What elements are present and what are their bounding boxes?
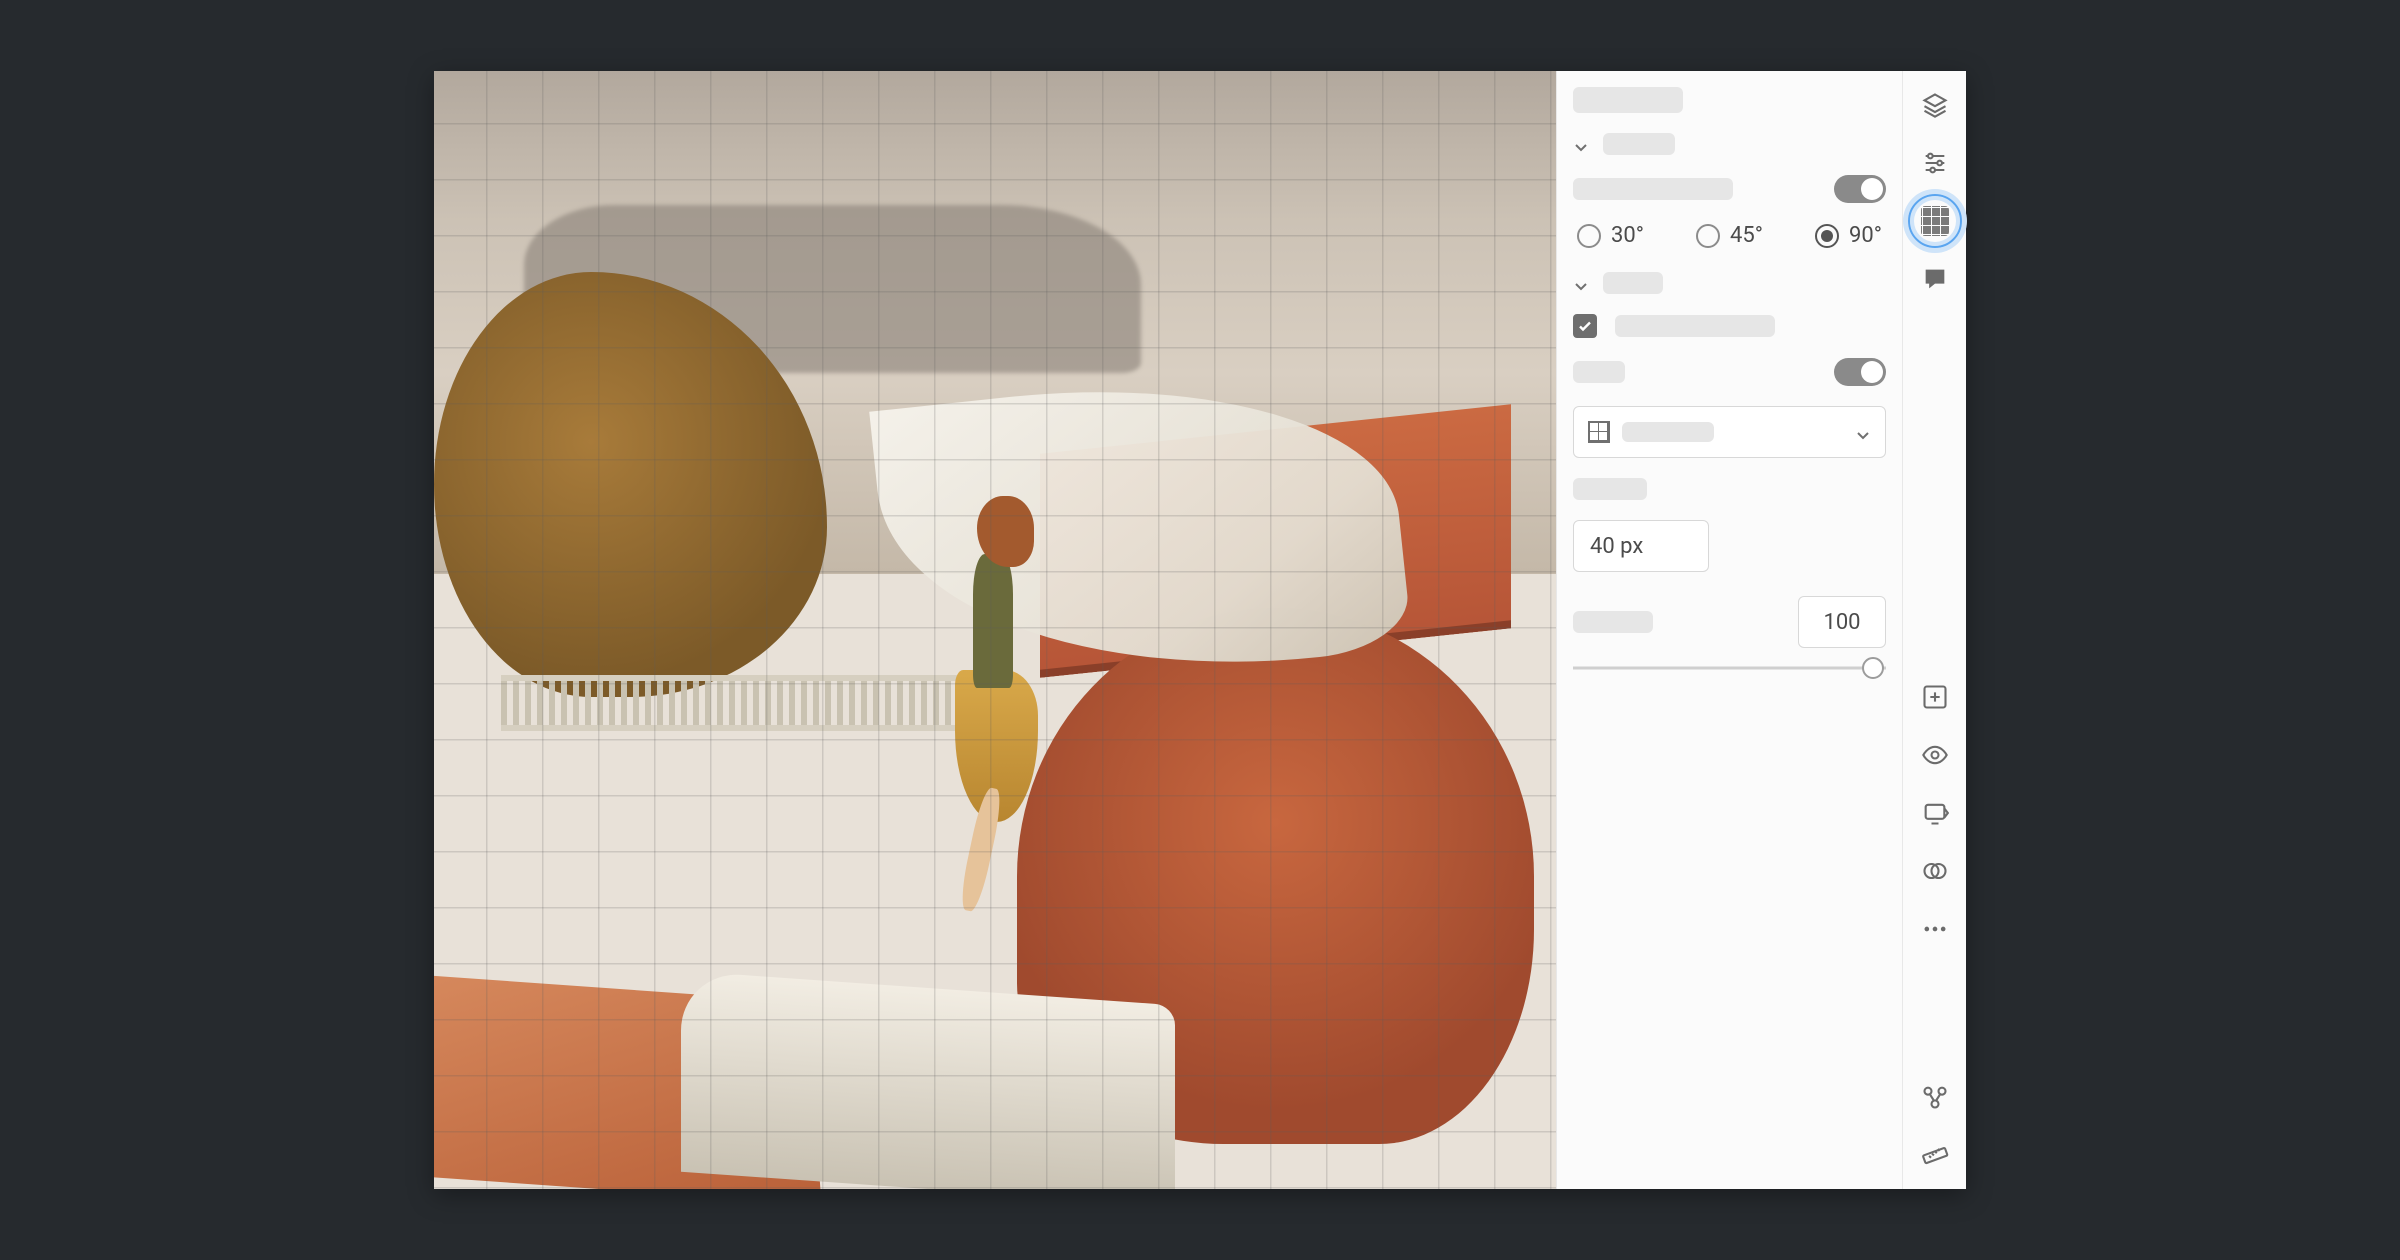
- nodes-icon[interactable]: [1921, 1083, 1949, 1111]
- slider-knob[interactable]: [1862, 657, 1884, 679]
- grid-tool-icon[interactable]: [1921, 207, 1949, 235]
- angle-label-30: 30°: [1611, 223, 1644, 248]
- angle-radio-90[interactable]: 90°: [1815, 223, 1882, 248]
- venn-icon[interactable]: [1921, 857, 1949, 885]
- angle-radio-group: 30° 45° 90°: [1573, 223, 1886, 248]
- chevron-down-icon: [1855, 424, 1871, 440]
- canvas-area[interactable]: [434, 71, 1556, 1189]
- panel-title: [1573, 87, 1683, 113]
- opacity-slider[interactable]: [1573, 656, 1886, 680]
- toggle-label-2: [1573, 361, 1625, 383]
- eye-icon[interactable]: [1921, 741, 1949, 769]
- add-icon[interactable]: [1921, 683, 1949, 711]
- chevron-down-icon: [1573, 136, 1589, 152]
- toggle-label-1: [1573, 178, 1733, 200]
- grid-toggle[interactable]: [1834, 358, 1886, 386]
- ruler-icon[interactable]: [1921, 1141, 1949, 1169]
- right-toolbar: [1902, 71, 1966, 1189]
- angle-label-90: 90°: [1849, 223, 1882, 248]
- opacity-value: 100: [1823, 610, 1860, 635]
- angle-radio-30[interactable]: 30°: [1577, 223, 1644, 248]
- more-icon[interactable]: [1921, 915, 1949, 943]
- section-header-1[interactable]: [1573, 133, 1886, 155]
- angle-radio-45[interactable]: 45°: [1696, 223, 1763, 248]
- app-window: 30° 45° 90°: [434, 71, 1966, 1189]
- layers-icon[interactable]: [1921, 91, 1949, 119]
- screen-icon[interactable]: [1921, 799, 1949, 827]
- grid-icon: [1588, 421, 1610, 443]
- perspective-toggle[interactable]: [1834, 175, 1886, 203]
- comment-icon[interactable]: [1921, 265, 1949, 293]
- section-header-2[interactable]: [1573, 272, 1886, 294]
- angle-label-45: 45°: [1730, 223, 1763, 248]
- spacing-label: [1573, 478, 1647, 500]
- grid-type-select[interactable]: [1573, 406, 1886, 458]
- checkbox-icon[interactable]: [1573, 314, 1597, 338]
- properties-panel: 30° 45° 90°: [1556, 71, 1902, 1189]
- opacity-input[interactable]: 100: [1798, 596, 1886, 648]
- artwork: [434, 71, 1556, 1189]
- spacing-value: 40 px: [1590, 534, 1643, 559]
- opacity-label: [1573, 611, 1653, 633]
- snap-checkbox-row[interactable]: [1573, 314, 1886, 338]
- spacing-input[interactable]: 40 px: [1573, 520, 1709, 572]
- chevron-down-icon: [1573, 275, 1589, 291]
- sliders-icon[interactable]: [1921, 149, 1949, 177]
